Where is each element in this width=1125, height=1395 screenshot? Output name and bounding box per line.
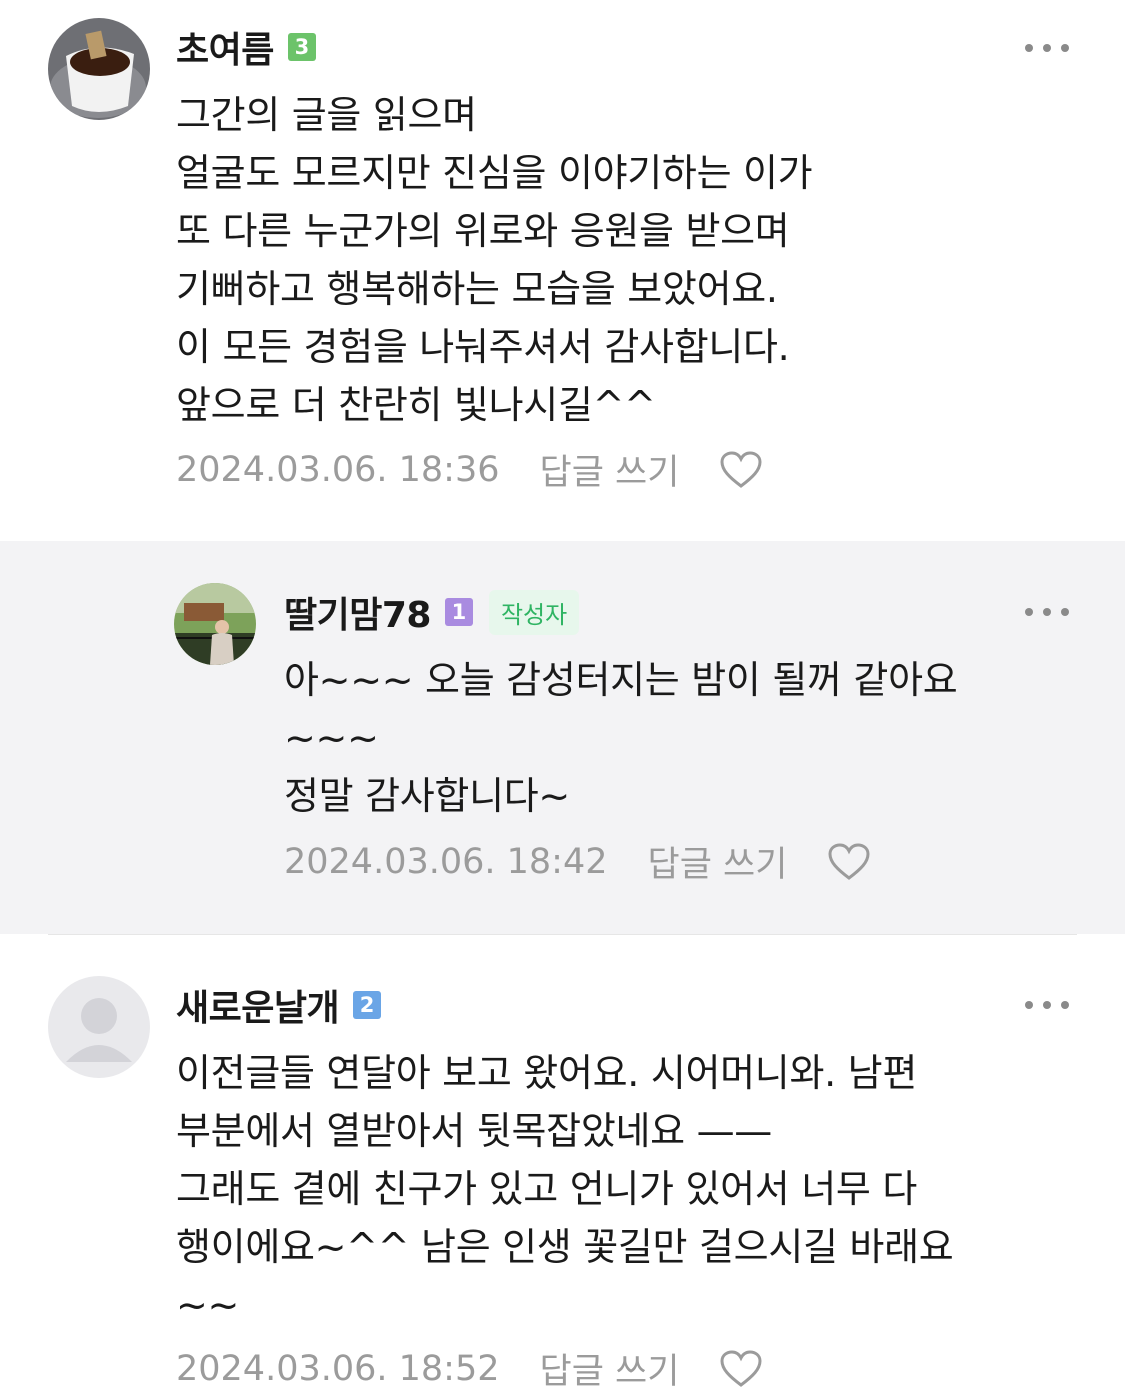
heart-outline-icon[interactable] (719, 1349, 763, 1389)
comment-text: 이전글들 연달아 보고 왔어요. 시어머니와. 남편 부분에서 열받아서 뒷목잡… (176, 1051, 954, 1327)
comment-date: 2024.03.06. 18:42 (284, 841, 608, 882)
level-badge: 2 (353, 991, 382, 1019)
coffee-cup-icon (48, 18, 150, 120)
avatar[interactable] (174, 583, 256, 665)
avatar[interactable] (48, 976, 150, 1078)
more-dots-icon[interactable] (1025, 605, 1069, 619)
comment-text: 아~~~ 오늘 감성터지는 밤이 될꺼 같아요 ~~~ 정말 감사합니다~ (284, 658, 958, 818)
person-landscape-icon (174, 583, 256, 665)
comment-date: 2024.03.06. 18:36 (176, 449, 500, 490)
comment-text: 그간의 글을 읽으며 얼굴도 모르지만 진심을 이야기하는 이가 또 다른 누군… (176, 93, 813, 427)
author-badge: 작성자 (488, 589, 580, 635)
reply-button[interactable]: 답글 쓰기 (540, 1343, 680, 1394)
comment-date: 2024.03.06. 18:52 (176, 1348, 500, 1389)
heart-outline-icon[interactable] (719, 450, 763, 490)
default-person-icon (48, 976, 150, 1078)
heart-outline-icon[interactable] (827, 842, 871, 882)
nickname[interactable]: 새로운날개 (176, 979, 340, 1031)
reply-button[interactable]: 답글 쓰기 (540, 444, 680, 495)
nickname[interactable]: 초여름 (176, 21, 274, 73)
nickname[interactable]: 딸기맘78 (284, 586, 431, 638)
divider (48, 934, 1077, 935)
level-badge: 1 (444, 598, 473, 626)
reply-button[interactable]: 답글 쓰기 (648, 836, 788, 887)
more-dots-icon[interactable] (1025, 998, 1069, 1012)
level-badge: 3 (287, 33, 316, 61)
avatar[interactable] (48, 18, 150, 120)
more-dots-icon[interactable] (1025, 41, 1069, 55)
